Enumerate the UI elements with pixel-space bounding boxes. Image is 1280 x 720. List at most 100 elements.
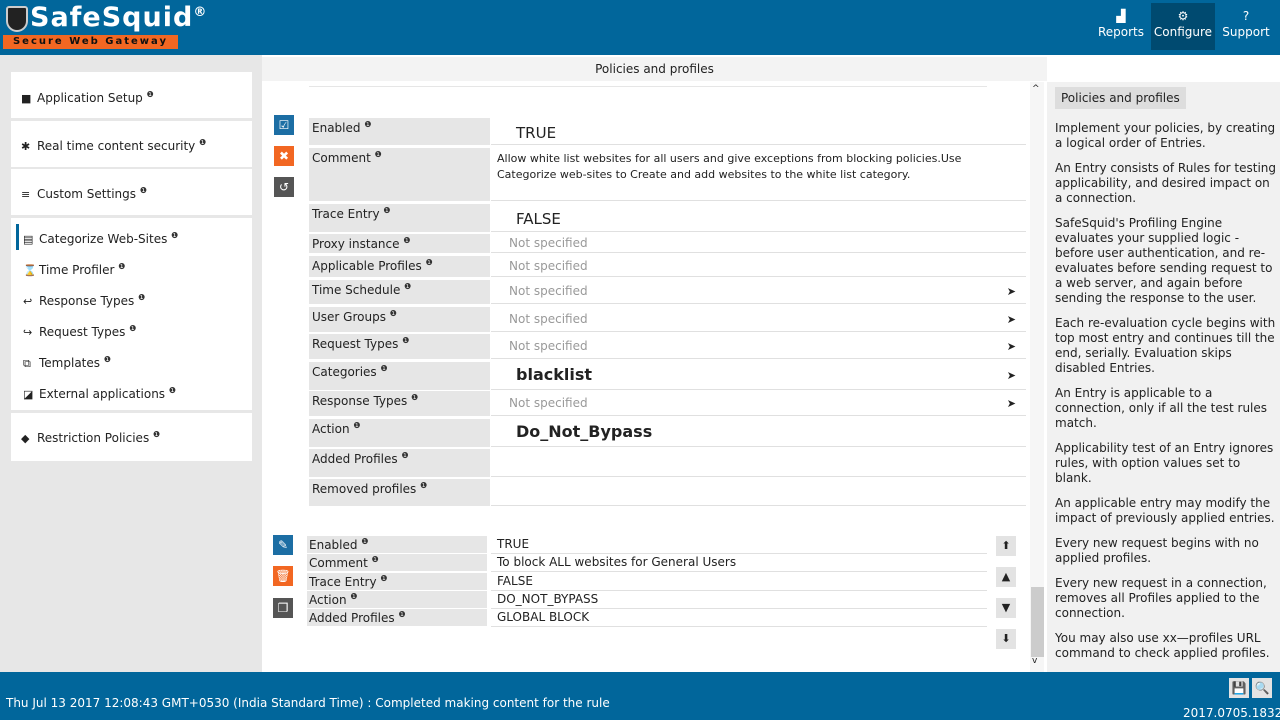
field-label: User Groups ❶ xyxy=(309,307,490,332)
info-icon: ❶ xyxy=(383,206,391,215)
sidebar-section-application-setup[interactable]: ■ Application Setup ❶ xyxy=(11,72,252,118)
briefcase-icon: ■ xyxy=(21,92,32,105)
field-value-trace-entry: FALSE xyxy=(491,573,987,591)
field-value-categories[interactable]: blacklist ➤ xyxy=(491,362,1026,390)
info-icon: ❶ xyxy=(374,150,382,159)
sidebar-item-categorize-web-sites[interactable]: ▤ Categorize Web-Sites ❶ xyxy=(23,231,178,246)
info-icon: ❶ xyxy=(118,262,126,271)
field-label: Comment ❶ xyxy=(309,148,490,201)
field-label: Time Schedule ❶ xyxy=(309,280,490,304)
sidebar-item-label: Templates xyxy=(39,356,101,370)
nav-reports[interactable]: ▟ Reports xyxy=(1095,3,1147,50)
move-bottom-button[interactable]: ⬇ xyxy=(996,629,1016,649)
field-value-added-profiles: GLOBAL BLOCK xyxy=(491,609,987,628)
help-paragraph: An Entry consists of Rules for testing a… xyxy=(1055,161,1277,205)
field-value-request-types[interactable]: Not specified ➤ xyxy=(491,334,1026,359)
field-value-applicable-profiles[interactable]: Not specified xyxy=(491,256,1026,277)
send-icon[interactable]: ➤ xyxy=(1007,369,1016,382)
help-paragraph: Applicability test of an Entry ignores r… xyxy=(1055,441,1274,485)
send-icon[interactable]: ➤ xyxy=(1007,313,1016,326)
field-value-action: DO_NOT_BYPASS xyxy=(491,591,987,609)
field-value-time-schedule[interactable]: Not specified ➤ xyxy=(491,280,1026,304)
close-icon: ✖ xyxy=(278,149,290,163)
search-button[interactable]: 🔍 xyxy=(1252,678,1272,698)
undo-icon: ↺ xyxy=(278,180,290,194)
sliders-icon: ≡ xyxy=(21,188,31,201)
field-value-removed-profiles[interactable] xyxy=(491,479,1026,506)
help-paragraph: Implement your policies, by creating a l… xyxy=(1055,121,1276,150)
logo-tagline: Secure Web Gateway xyxy=(3,35,178,49)
scroll-down-icon[interactable]: v xyxy=(1032,656,1037,666)
sidebar-item-request-types[interactable]: ↪ Request Types ❶ xyxy=(23,324,136,339)
gears-icon: ⚙ xyxy=(1177,9,1189,23)
info-icon: ❶ xyxy=(389,309,397,318)
chart-icon: ▟ xyxy=(1116,9,1126,23)
info-icon: ❶ xyxy=(401,451,409,460)
move-up-button[interactable]: ▲ xyxy=(996,567,1016,587)
field-label: Applicable Profiles ❶ xyxy=(309,256,490,277)
help-paragraph: You may also use xx—profiles URL command… xyxy=(1055,631,1270,660)
move-top-button[interactable]: ⬆ xyxy=(996,536,1016,556)
status-bar: Thu Jul 13 2017 12:08:43 GMT+0530 (India… xyxy=(0,672,1280,720)
sidebar-item-label: Time Profiler xyxy=(39,263,115,277)
scroll-up-icon[interactable]: ^ xyxy=(1032,84,1040,94)
bug-icon: ✱ xyxy=(21,140,31,153)
info-icon: ❶ xyxy=(380,573,388,583)
field-value-added-profiles[interactable] xyxy=(491,449,1026,477)
search-icon: 🔍 xyxy=(1254,681,1270,695)
field-label: Trace Entry ❶ xyxy=(307,572,487,590)
field-label: Response Types ❶ xyxy=(309,391,490,416)
info-icon: ❶ xyxy=(425,258,433,267)
sidebar-item-response-types[interactable]: ↩ Response Types ❶ xyxy=(23,293,145,308)
send-icon[interactable]: ➤ xyxy=(1007,340,1016,353)
reset-entry-button[interactable]: ↺ xyxy=(274,177,294,197)
sidebar-item-external-applications[interactable]: ◪ External applications ❶ xyxy=(23,386,176,401)
help-title: Policies and profiles xyxy=(1055,87,1186,109)
field-value-trace-entry[interactable]: FALSE xyxy=(491,204,1026,232)
field-value-enabled: TRUE xyxy=(491,536,987,554)
field-value-enabled[interactable]: TRUE xyxy=(491,118,1026,145)
info-icon: ❶ xyxy=(361,537,369,546)
field-label: Categories ❶ xyxy=(309,362,490,390)
info-icon: ❶ xyxy=(138,293,146,302)
copy-entry-button[interactable]: ❐ xyxy=(273,598,293,618)
field-value-action[interactable]: Do_Not_Bypass xyxy=(491,419,1026,447)
shield-icon: ◆ xyxy=(21,432,30,445)
edit-entry-button[interactable]: ✎ xyxy=(273,535,293,555)
sidebar-section-custom-settings[interactable]: ≡ Custom Settings ❶ xyxy=(11,169,252,215)
help-paragraph: Each re-evaluation cycle begins with top… xyxy=(1055,316,1276,375)
delete-entry-button[interactable]: 🗑 xyxy=(273,566,293,586)
send-icon[interactable]: ➤ xyxy=(1007,285,1016,298)
sidebar-section-restriction-policies[interactable]: ◆ Restriction Policies ❶ xyxy=(11,413,252,461)
sidebar-item-templates[interactable]: ⧉ Templates ❶ xyxy=(23,355,111,371)
field-value-comment[interactable]: Allow white list websites for all users … xyxy=(491,148,1026,201)
scrollbar-thumb[interactable] xyxy=(1031,587,1044,657)
caret-down-icon: ▼ xyxy=(1001,601,1011,614)
help-paragraph: An Entry is applicable to a connection, … xyxy=(1055,386,1268,430)
nav-configure[interactable]: ⚙ Configure xyxy=(1151,3,1215,50)
field-value-proxy-instance[interactable]: Not specified xyxy=(491,234,1026,253)
sidebar-item-time-profiler[interactable]: ⌛ Time Profiler ❶ xyxy=(23,262,125,277)
question-icon: ? xyxy=(1242,9,1250,23)
page-title: Policies and profiles xyxy=(262,57,1047,81)
nav-support[interactable]: ? Support xyxy=(1218,3,1274,50)
sidebar-section-realtime-security[interactable]: ✱ Real time content security ❶ xyxy=(11,121,252,167)
scrollbar[interactable]: ^ v xyxy=(1030,82,1044,672)
help-paragraph: Every new request in a connection, remov… xyxy=(1055,576,1267,620)
field-value-response-types[interactable]: Not specified ➤ xyxy=(491,391,1026,416)
field-value-user-groups[interactable]: Not specified ➤ xyxy=(491,307,1026,332)
save-entry-button[interactable]: ☑ xyxy=(274,115,294,135)
sidebar-item-label: Categorize Web-Sites xyxy=(39,232,168,246)
sidebar-item-label: Request Types xyxy=(39,325,126,339)
active-indicator xyxy=(16,224,19,250)
move-down-button[interactable]: ▼ xyxy=(996,598,1016,618)
field-label: Proxy instance ❶ xyxy=(309,234,490,253)
version: 2017.0705.1832.3 xyxy=(1183,706,1280,720)
save-button[interactable]: 💾 xyxy=(1229,678,1249,698)
cancel-entry-button[interactable]: ✖ xyxy=(274,146,294,166)
field-label: Added Profiles ❶ xyxy=(309,449,490,477)
info-icon: ❶ xyxy=(403,236,411,245)
info-icon: ❶ xyxy=(380,364,388,373)
send-icon[interactable]: ➤ xyxy=(1007,397,1016,410)
edit-icon: ✎ xyxy=(277,538,289,552)
